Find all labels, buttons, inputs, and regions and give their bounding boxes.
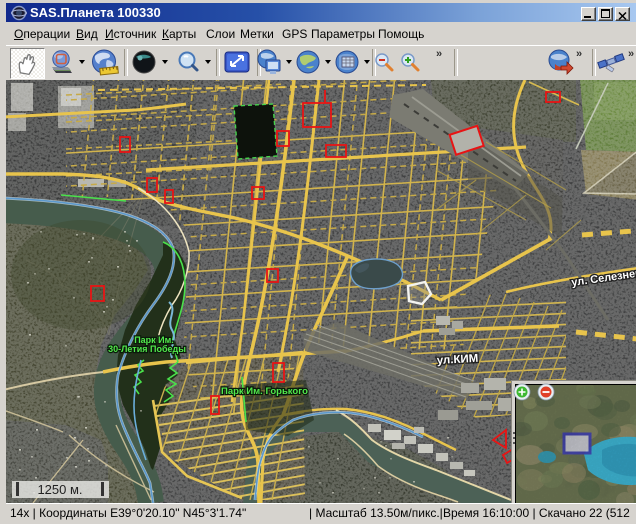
svg-text:1250 м.: 1250 м. xyxy=(37,482,82,497)
svg-text:ул.КИМ: ул.КИМ xyxy=(436,353,478,367)
svg-text:30-Летия Победы: 30-Летия Победы xyxy=(108,344,186,354)
svg-text:Парк Им. Горького: Парк Им. Горького xyxy=(221,386,308,397)
